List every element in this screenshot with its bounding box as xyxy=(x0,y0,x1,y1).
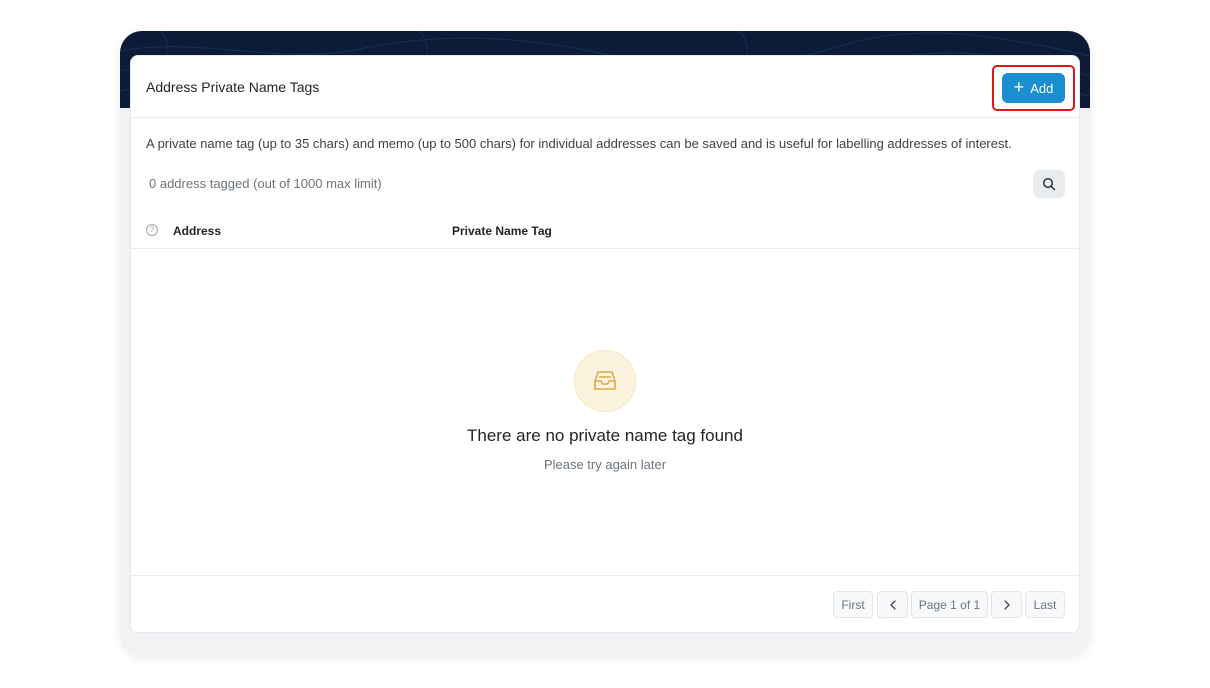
add-button-label: Add xyxy=(1030,80,1054,96)
empty-state-subtitle: Please try again later xyxy=(543,457,667,472)
card-title: Address Private Name Tags xyxy=(146,78,320,95)
first-page-button[interactable]: First xyxy=(833,591,873,618)
private-name-tags-card: Address Private Name Tags + Add A privat… xyxy=(130,55,1080,633)
chevron-left-icon xyxy=(889,599,896,610)
add-button[interactable]: + Add xyxy=(1002,73,1065,103)
pagination: First Page 1 of 1 Last xyxy=(131,575,1079,632)
search-button[interactable] xyxy=(1033,170,1065,198)
tag-count: 0 address tagged (out of 1000 max limit) xyxy=(149,176,382,191)
last-page-button[interactable]: Last xyxy=(1025,591,1065,618)
chevron-right-icon xyxy=(1003,599,1010,610)
card-description: A private name tag (up to 35 chars) and … xyxy=(146,136,1012,151)
empty-state-title: There are no private name tag found xyxy=(467,426,743,445)
plus-icon: + xyxy=(1013,77,1025,97)
add-button-highlight: + Add xyxy=(992,65,1075,111)
search-icon xyxy=(1042,177,1056,191)
column-address: Address xyxy=(173,224,222,238)
previous-page-button[interactable] xyxy=(877,591,908,618)
column-private-name-tag: Private Name Tag xyxy=(452,224,552,238)
question-icon[interactable]: ? xyxy=(146,224,158,236)
page-info: Page 1 of 1 xyxy=(911,591,988,618)
table-header: ? Address Private Name Tag xyxy=(131,214,1079,249)
next-page-button[interactable] xyxy=(991,591,1022,618)
inbox-icon xyxy=(574,350,636,412)
card-header: Address Private Name Tags + Add xyxy=(131,56,1079,118)
